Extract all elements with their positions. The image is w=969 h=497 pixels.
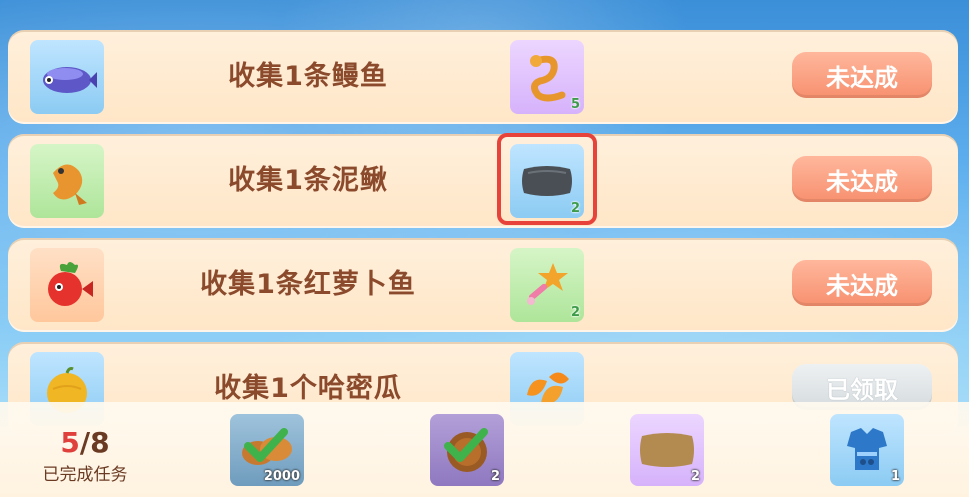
task-row: 收集1条鳗鱼 5 未达成 [8, 30, 958, 124]
task-row: 收集1条泥鳅 2 未达成 [8, 134, 958, 228]
task-title: 收集1条鳗鱼 [228, 61, 388, 92]
nut-bowl-icon[interactable]: 2 [430, 414, 504, 486]
highlight-box [497, 133, 597, 225]
blue-outfit-icon[interactable]: 1 [830, 414, 904, 486]
not-achieved-button[interactable]: 未达成 [792, 52, 932, 98]
reward-count: 2 [570, 305, 580, 320]
task-title: 收集1条泥鳅 [228, 165, 388, 196]
progress-label: 已完成任务 [42, 465, 128, 485]
task-progress: 5/8 已完成任务 [30, 426, 140, 486]
reward-count: 2 [690, 469, 700, 484]
reward-count: 2 [490, 469, 500, 484]
brown-pillow-icon[interactable]: 2 [630, 414, 704, 486]
check-icon [244, 428, 288, 462]
task-title: 收集1条红萝卜鱼 [200, 269, 416, 300]
carrot-fish-icon [30, 248, 104, 322]
not-achieved-button[interactable]: 未达成 [792, 156, 932, 202]
task-row: 收集1条红萝卜鱼 2 未达成 [8, 238, 958, 332]
progress-counter: 5/8 [60, 426, 110, 459]
progress-total: 8 [90, 426, 110, 459]
check-icon [444, 428, 488, 462]
reward-count: 1 [890, 469, 900, 484]
not-achieved-button[interactable]: 未达成 [792, 260, 932, 306]
reward-count: 5 [570, 97, 580, 112]
reward-count: 2000 [263, 469, 300, 484]
loach-fish-icon [30, 144, 104, 218]
progress-done: 5 [60, 426, 80, 459]
eel-fish-icon [30, 40, 104, 114]
star-wand-icon[interactable]: 2 [510, 248, 584, 322]
bread-icon[interactable]: 2000 [230, 414, 304, 486]
golden-snake-icon[interactable]: 5 [510, 40, 584, 114]
